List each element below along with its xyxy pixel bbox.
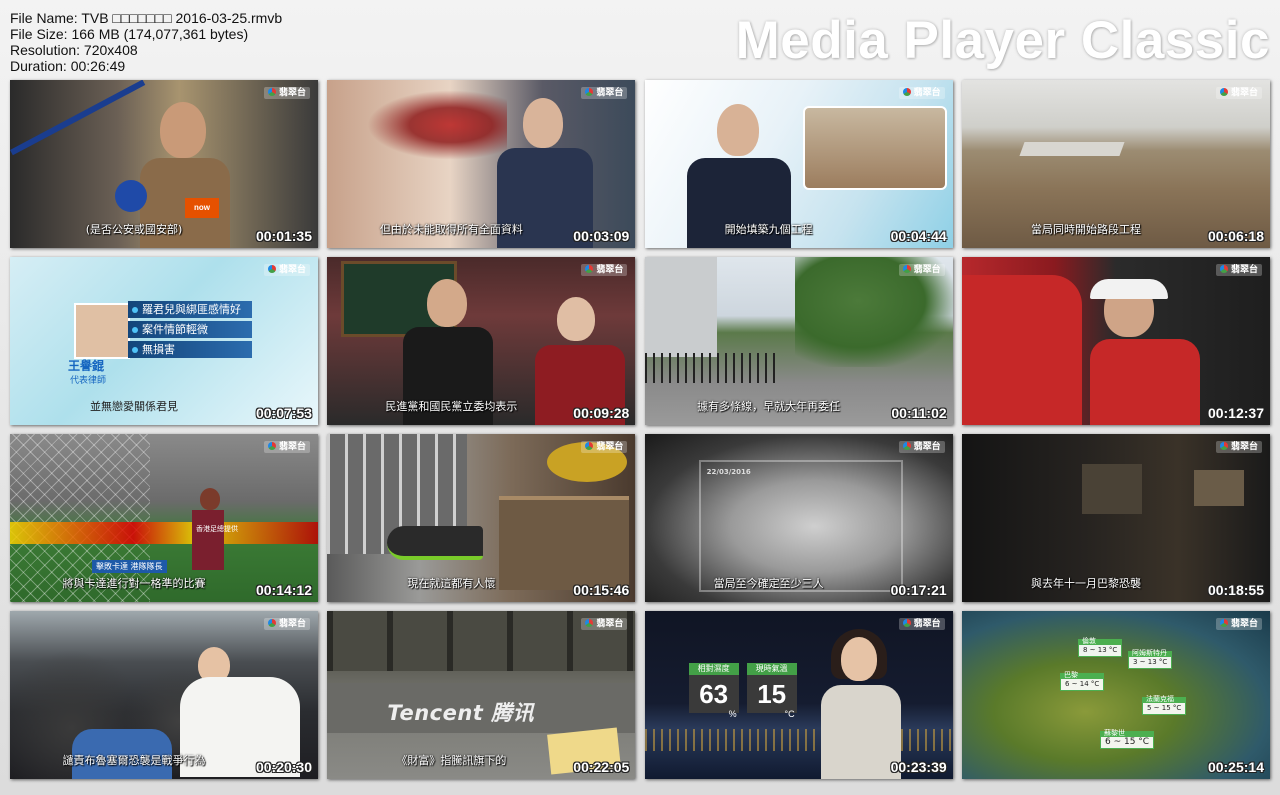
thumbnail-caption: 據有多條線，早就大年再委任 [697, 400, 841, 413]
timestamp: 00:11:02 [891, 405, 947, 421]
channel-logo: 翡翠台 [1215, 618, 1262, 630]
timestamp: 00:15:46 [573, 582, 630, 598]
channel-logo: 翡翠台 [581, 264, 628, 276]
channel-logo: 翡翠台 [1215, 441, 1262, 453]
city-weather-card: 法蘭克福 5 ~ 15 °C [1141, 695, 1187, 715]
source-credit: 香港足總提供 [196, 525, 238, 533]
timestamp: 00:25:14 [1207, 759, 1264, 775]
timestamp: 00:17:21 [890, 582, 947, 598]
channel-logo: 翡翠台 [898, 87, 945, 99]
file-size: File Size: 166 MB (174,077,361 bytes) [10, 26, 249, 42]
city-weather-card: 阿姆斯特丹 3 ~ 13 °C [1127, 649, 1173, 669]
thumbnail-caption: 開始填築九個工程 [724, 223, 813, 236]
humidity-value: 63 [688, 675, 739, 713]
score-banner: 擊敗卡達 港隊隊長 [92, 560, 167, 573]
thumbnail-caption: 與去年十一月巴黎恐襲 [1030, 577, 1141, 590]
channel-logo: 翡翠台 [1215, 264, 1262, 276]
temperature-label: 現時氣溫 [746, 663, 797, 675]
channel-logo: 翡翠台 [263, 87, 310, 99]
thumbnail-caption: 當局至今確定至少三人 [713, 577, 824, 590]
speaker-name: 王譽錕 [68, 359, 105, 373]
thumbnail-14[interactable]: Tencent 腾讯 翡翠台 《財富》指騰訊旗下的 00:22:05 [327, 611, 636, 779]
timestamp: 00:22:05 [573, 759, 630, 775]
timestamp: 00:23:39 [890, 759, 947, 775]
timestamp: 00:06:18 [1207, 228, 1264, 244]
thumbnail-caption: 但由於未能取得所有全面資料 [379, 223, 523, 236]
channel-logo: 翡翠台 [1215, 87, 1262, 99]
humidity-badge: 相對濕度 63 % [688, 663, 739, 721]
channel-logo: 翡翠台 [581, 618, 628, 630]
channel-logo: 翡翠台 [581, 441, 628, 453]
temperature-value: 15 [746, 675, 797, 713]
thumbnail-caption: 並無戀愛關係君見 [90, 400, 178, 413]
thumbnail-15[interactable]: 相對濕度 63 % 現時氣溫 15 °C 翡翠台 00:23:39 [644, 611, 953, 779]
thumbnail-13[interactable]: 翡翠台 譴責布魯塞爾恐襲是戰爭行為 00:20:30 [10, 611, 318, 779]
timestamp: 00:07:53 [255, 405, 312, 421]
timestamp: 00:20:30 [255, 759, 312, 775]
thumbnail-6[interactable]: 翡翠台 民進黨和國民黨立委均表示 00:09:28 [327, 257, 636, 425]
temperature-badge: 現時氣溫 15 °C [746, 663, 797, 721]
channel-logo: 翡翠台 [898, 618, 945, 630]
channel-logo: 翡翠台 [581, 87, 628, 99]
thumbnail-11[interactable]: 22/03/2016 翡翠台 當局至今確定至少三人 00:17:21 [644, 434, 953, 602]
thumbnail-caption: 《財富》指騰訊旗下的 [396, 754, 507, 767]
humidity-unit: % [728, 709, 737, 719]
timestamp: 00:09:28 [573, 405, 630, 421]
channel-logo: 翡翠台 [263, 618, 310, 630]
thumbnail-7[interactable]: 翡翠台 據有多條線，早就大年再委任 00:11:02 [644, 257, 953, 425]
lower-third-bullets: 羅君兒與綁匪感情好 案件情節輕微 無損害 [128, 301, 252, 361]
tencent-logo: Tencent 腾讯 [387, 701, 535, 725]
timestamp: 00:14:12 [255, 582, 312, 598]
channel-logo: 翡翠台 [898, 441, 945, 453]
thumbnail-2[interactable]: 翡翠台 但由於未能取得所有全面資料 00:03:09 [327, 80, 636, 248]
thumbnail-caption: 當局同時開始路段工程 [1030, 223, 1141, 236]
thumbnail-caption: 將與卡達進行對一格準的比賽 [62, 577, 206, 590]
timestamp: 00:12:37 [1207, 405, 1264, 421]
thumbnail-grid: now 翡翠台 (是否公安或國安部) 00:01:35 翡翠台 但由於未能取得所… [10, 80, 1270, 784]
thumbnail-caption: 現在就這都有人懷 [407, 577, 496, 590]
thumbnail-16[interactable]: 倫敦 8 ~ 13 °C 阿姆斯特丹 3 ~ 13 °C 巴黎 6 ~ 14 °C 法… [961, 611, 1270, 779]
thumbnail-1[interactable]: now 翡翠台 (是否公安或國安部) 00:01:35 [10, 80, 318, 248]
file-info: File Name: TVB □□□□□□□ 2016-03-25.rmvb F… [10, 10, 282, 74]
thumbnail-8[interactable]: 翡翠台 00:12:37 [961, 257, 1270, 425]
bullet-item: 羅君兒與綁匪感情好 [128, 301, 252, 318]
humidity-label: 相對濕度 [688, 663, 739, 675]
city-weather-card: 倫敦 8 ~ 13 °C [1077, 637, 1123, 657]
channel-logo: 翡翠台 [898, 264, 945, 276]
thumbnail-10[interactable]: 翡翠台 現在就這都有人懷 00:15:46 [327, 434, 636, 602]
channel-logo: 翡翠台 [263, 441, 310, 453]
thumbnail-5[interactable]: 羅君兒與綁匪感情好 案件情節輕微 無損害 王譽錕 代表律師 翡翠台 並無戀愛關係… [10, 257, 318, 425]
thumbnail-9[interactable]: 擊敗卡達 港隊隊長 香港足總提供 翡翠台 將與卡達進行對一格準的比賽 00:14… [10, 434, 318, 602]
thumbnail-caption: (是否公安或國安部) [85, 223, 183, 236]
city-weather-card: 巴黎 6 ~ 14 °C [1059, 671, 1105, 691]
resolution: Resolution: 720x408 [10, 42, 138, 58]
thumbnail-12[interactable]: 翡翠台 與去年十一月巴黎恐襲 00:18:55 [961, 434, 1270, 602]
bullet-item: 無損害 [128, 341, 252, 358]
app-brand-title: Media Player Classic [735, 11, 1270, 70]
duration: Duration: 00:26:49 [10, 58, 126, 74]
bullet-item: 案件情節輕微 [128, 321, 252, 338]
speaker-role: 代表律師 [70, 376, 107, 386]
thumbnail-3[interactable]: 翡翠台 開始填築九個工程 00:04:44 [644, 80, 953, 248]
timestamp: 00:01:35 [255, 228, 312, 244]
thumbnail-caption: 民進黨和國民黨立委均表示 [385, 400, 518, 413]
thumbnail-4[interactable]: 翡翠台 當局同時開始路段工程 00:06:18 [961, 80, 1270, 248]
timestamp: 00:03:09 [573, 228, 630, 244]
channel-logo: 翡翠台 [263, 264, 310, 276]
city-weather-card: 蘇黎世 6 ~ 15 °C [1099, 729, 1155, 749]
timestamp: 00:18:55 [1207, 582, 1264, 598]
temperature-unit: °C [784, 709, 795, 719]
timestamp: 00:04:44 [890, 228, 947, 244]
cctv-date: 22/03/2016 [706, 468, 751, 476]
thumbnail-caption: 譴責布魯塞爾恐襲是戰爭行為 [62, 754, 206, 767]
file-name: File Name: TVB □□□□□□□ 2016-03-25.rmvb [10, 10, 283, 26]
